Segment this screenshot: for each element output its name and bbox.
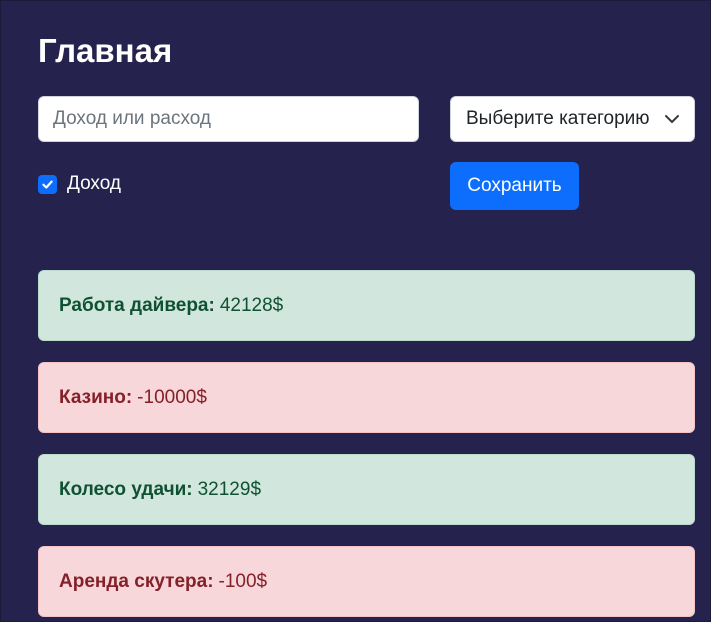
entry-name: Работа дайвера — [59, 294, 209, 316]
entry-name: Аренда скутера — [59, 570, 208, 592]
entry-amount: -10000$ — [137, 386, 207, 408]
entries-list: Работа дайвера: 42128$ Казино: -10000$ К… — [38, 270, 695, 622]
main-page: Главная Выберите категорию Доход Сохрани… — [0, 0, 711, 622]
list-item: Работа дайвера: 42128$ — [38, 270, 695, 341]
entry-name-wrap: Колесо удачи: — [59, 478, 193, 500]
income-checkbox-row[interactable]: Доход — [38, 173, 121, 195]
entry-name-wrap: Работа дайвера: — [59, 294, 215, 316]
entry-amount: 42128$ — [219, 294, 284, 316]
category-select-value: Выберите категорию — [466, 108, 650, 129]
list-item: Аренда скутера: -100$ — [38, 546, 695, 617]
entry-amount: 32129$ — [197, 478, 262, 500]
category-select[interactable]: Выберите категорию — [450, 96, 695, 142]
save-button[interactable]: Сохранить — [450, 162, 579, 210]
entry-amount: -100$ — [218, 570, 268, 592]
amount-input[interactable] — [38, 96, 419, 142]
entry-name-wrap: Аренда скутера: — [59, 570, 214, 592]
entry-name-wrap: Казино: — [59, 386, 133, 408]
chevron-down-icon — [665, 115, 679, 123]
income-checkbox-label: Доход — [67, 173, 121, 194]
checkmark-icon — [42, 180, 53, 189]
list-item: Колесо удачи: 32129$ — [38, 454, 695, 525]
list-item: Казино: -10000$ — [38, 362, 695, 433]
page-title: Главная — [38, 32, 173, 69]
entry-name: Казино — [59, 386, 126, 408]
entry-name: Колесо удачи — [59, 478, 187, 500]
income-checkbox[interactable] — [38, 174, 57, 194]
